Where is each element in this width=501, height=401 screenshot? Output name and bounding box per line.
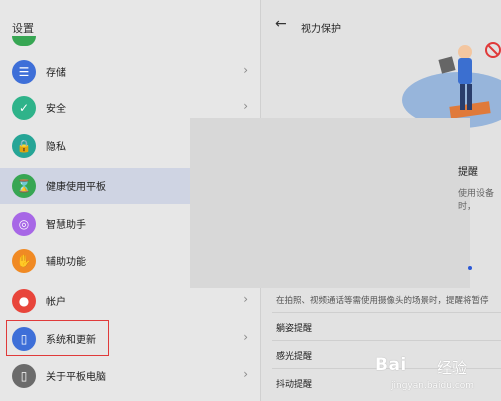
page-indicator-dot — [468, 266, 472, 270]
lock-icon: 🔒 — [12, 134, 36, 158]
remind-subtitle: 使用设备时， — [458, 189, 495, 212]
partial-item-icon — [12, 36, 36, 46]
option-light-remind[interactable]: 感光提醒 — [276, 349, 312, 362]
storage-icon: ☰ — [12, 60, 36, 84]
chevron-right-icon: › — [243, 330, 248, 344]
sidebar-item-label: 帐户 — [46, 297, 66, 308]
watermark-brand: Bai — [375, 355, 407, 375]
sidebar-title: 设置 — [12, 22, 34, 35]
highlight-box — [6, 320, 109, 356]
chevron-right-icon: › — [243, 367, 248, 381]
sidebar-item-label: 辅助功能 — [46, 257, 86, 268]
option-lying-remind[interactable]: 躺姿提醒 — [276, 321, 312, 334]
sidebar-item-label: 隐私 — [46, 142, 66, 153]
back-arrow-icon[interactable]: ← — [275, 16, 287, 32]
remind-title: 提醒 — [458, 167, 478, 178]
chevron-right-icon: › — [243, 292, 248, 306]
sidebar-item[interactable]: ☰ 存储 › — [0, 54, 260, 90]
divider — [272, 340, 501, 341]
assistant-icon: ◎ — [12, 212, 36, 236]
hand-icon: ✋ — [12, 249, 36, 273]
sidebar-item[interactable]: ▯ 关于平板电脑 › — [0, 358, 260, 394]
sidebar-item-label: 存储 — [46, 68, 66, 79]
camera-pause-description: 在拍照、视频通话等需使用摄像头的场景时，提醒将暂停 — [276, 296, 489, 306]
divider — [272, 312, 501, 313]
sidebar-item-label: 安全 — [46, 104, 66, 115]
sidebar-item-label: 健康使用平板 — [46, 182, 106, 193]
watermark-url: jingyan.baidu.com — [391, 381, 475, 391]
chevron-right-icon: › — [243, 99, 248, 113]
page-title: 视力保护 — [301, 24, 341, 35]
shield-icon: ✓ — [12, 96, 36, 120]
hourglass-icon: ⌛ — [12, 174, 36, 198]
baidu-jingyan-watermark: Bai 经验 jingyan.baidu.com — [373, 353, 493, 397]
chevron-right-icon: › — [243, 63, 248, 77]
sidebar-item-label: 关于平板电脑 — [46, 372, 106, 383]
info-icon: ▯ — [12, 364, 36, 388]
watermark-brand-2: 经验 — [437, 359, 468, 377]
sidebar-item[interactable]: ● 帐户 › — [0, 283, 260, 319]
account-icon: ● — [12, 289, 36, 313]
sidebar-item-label: 智慧助手 — [46, 220, 86, 231]
option-shake-remind[interactable]: 抖动提醒 — [276, 377, 312, 390]
blank-overlay — [190, 118, 470, 288]
